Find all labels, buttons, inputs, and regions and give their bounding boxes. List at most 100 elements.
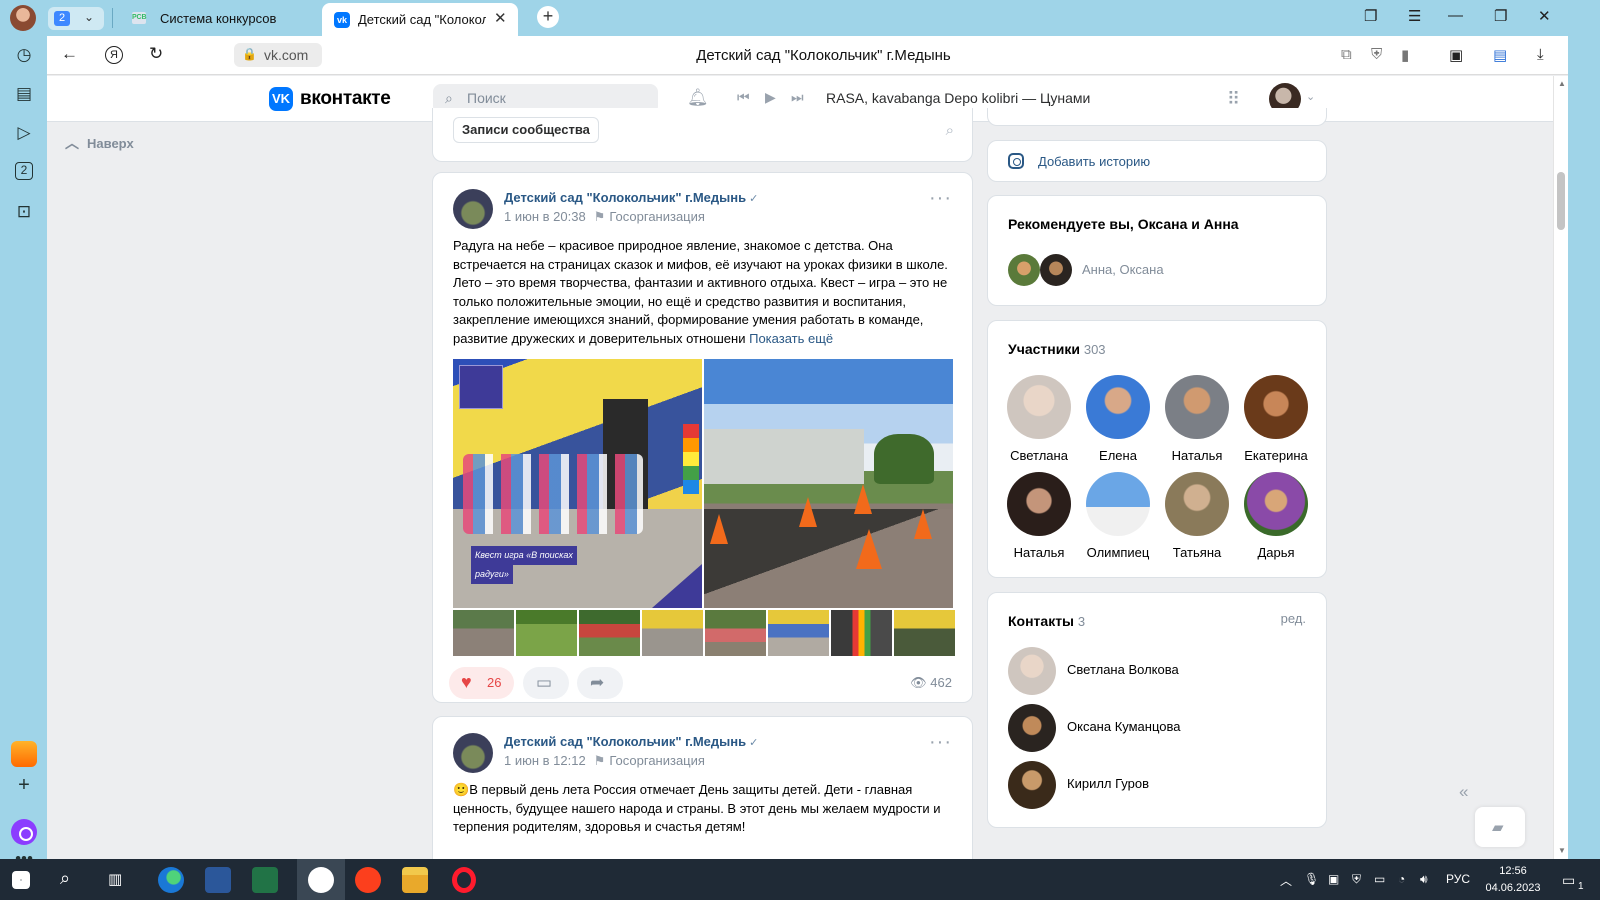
profile-avatar[interactable] <box>10 5 36 31</box>
photo-thumbnail[interactable] <box>831 610 892 656</box>
search-input[interactable] <box>467 90 647 106</box>
scroll-down-icon[interactable]: ▼ <box>1558 846 1566 855</box>
collections-icon[interactable]: ▣ <box>1449 46 1463 64</box>
sidebar-badge[interactable]: 2 <box>15 162 33 180</box>
windows-start-icon[interactable] <box>12 871 30 889</box>
notifications-icon[interactable]: ▭ <box>1562 872 1575 889</box>
contacts-title[interactable]: Контакты 3 <box>1008 613 1085 629</box>
community-avatar[interactable] <box>453 189 493 229</box>
extension-icon[interactable]: ▤ <box>1493 46 1507 64</box>
close-window-icon[interactable]: ✕ <box>1538 7 1551 25</box>
avatar[interactable] <box>1040 254 1072 286</box>
page-scrollbar[interactable]: ▲ ▼ <box>1553 76 1568 859</box>
post-menu-icon[interactable]: ··· <box>929 732 952 752</box>
photo-thumbnail[interactable] <box>768 610 829 656</box>
language-indicator[interactable]: РУС <box>1446 872 1470 886</box>
add-story-button[interactable]: Добавить историю <box>987 140 1327 182</box>
file-explorer-icon[interactable] <box>402 867 428 893</box>
member-item[interactable]: Светлана <box>1000 375 1078 463</box>
mail-icon[interactable] <box>11 741 37 767</box>
system-clock[interactable]: 12:56 04.06.2023 <box>1482 863 1544 897</box>
play-track-icon[interactable]: ▶︎ <box>765 89 776 106</box>
excel-icon[interactable] <box>252 867 278 893</box>
tab-community-posts[interactable]: Записи сообщества <box>453 117 599 143</box>
tab-groups-button[interactable]: 2 ⌄ <box>48 7 104 30</box>
minimize-icon[interactable]: — <box>1448 7 1463 24</box>
post-date[interactable]: 1 июн в 12:12 <box>504 753 586 768</box>
member-item[interactable]: Олимпиец <box>1079 472 1157 560</box>
prev-track-icon[interactable]: ⏮︎ <box>737 89 750 106</box>
photo-thumbnail[interactable] <box>705 610 766 656</box>
battery-icon[interactable]: ▭ <box>1374 872 1385 886</box>
edit-contacts-link[interactable]: ред. <box>1281 611 1306 626</box>
tab-konkursy[interactable]: РСВ Система конкурсов <box>120 4 316 32</box>
post-author[interactable]: Детский сад "Колокольчик" г.Медынь ✓ <box>504 190 758 205</box>
display-icon[interactable]: ▣ <box>1328 872 1339 886</box>
next-track-icon[interactable]: ⏭︎ <box>791 89 804 106</box>
wifi-icon[interactable]: ◔ <box>1398 872 1405 886</box>
photo-thumbnail[interactable] <box>453 610 514 656</box>
yandex-browser-icon[interactable] <box>308 867 334 893</box>
bookmark-collections-icon[interactable]: ❐ <box>1364 7 1377 25</box>
microphone-icon[interactable]: 🎙︎ <box>1304 872 1319 886</box>
member-item[interactable]: Елена <box>1079 375 1157 463</box>
members-title[interactable]: Участники 303 <box>1008 341 1106 357</box>
opera-icon[interactable] <box>452 867 476 893</box>
downloads-icon[interactable]: ⤓ <box>1537 46 1544 63</box>
post-menu-icon[interactable]: ··· <box>929 188 952 208</box>
menu-icon[interactable]: ☰ <box>1408 7 1421 25</box>
restore-icon[interactable]: ❐ <box>1494 7 1507 25</box>
recommend-names[interactable]: Анна, Оксана <box>1082 262 1164 277</box>
photo-thumbnail[interactable] <box>516 610 577 656</box>
notes-icon[interactable]: ▤ <box>12 83 36 105</box>
play-icon[interactable]: ▷ <box>12 122 36 144</box>
apps-grid-icon[interactable]: ⠿ <box>1227 89 1240 110</box>
vk-logo-icon[interactable]: VK <box>269 87 293 111</box>
post-author[interactable]: Детский сад "Колокольчик" г.Медынь ✓ <box>504 734 758 749</box>
search-icon[interactable]: ⌕ <box>60 868 70 889</box>
avatar[interactable] <box>1008 254 1040 286</box>
new-tab-button[interactable]: + <box>537 6 559 28</box>
back-to-top[interactable]: ︿ Наверх <box>65 133 134 153</box>
scroll-up-icon[interactable]: ▲ <box>1558 79 1566 88</box>
search-icon[interactable]: ⌕ <box>946 122 954 139</box>
alice-icon[interactable] <box>11 819 37 845</box>
vk-logo-text[interactable]: вконтакте <box>300 88 391 110</box>
community-avatar[interactable] <box>453 733 493 773</box>
tab-vk-active[interactable]: vk Детский сад "Колокольчик" г.Медынь ✕ <box>322 3 518 36</box>
scrollbar-thumb[interactable] <box>1557 172 1565 230</box>
photo-thumbnail[interactable] <box>894 610 955 656</box>
notifications-bell-icon[interactable]: 🔔︎ <box>687 88 709 108</box>
member-item[interactable]: Наталья <box>1000 472 1078 560</box>
bookmark-icon[interactable]: ▮ <box>1401 46 1409 64</box>
comment-button[interactable]: ▭ <box>523 667 569 699</box>
post-date[interactable]: 1 июн в 20:38 <box>504 209 586 224</box>
collapse-icon[interactable]: « <box>1459 782 1468 802</box>
shield-icon[interactable]: ⛨ <box>1352 872 1361 887</box>
task-view-icon[interactable]: ▥ <box>108 870 122 888</box>
show-more-link[interactable]: Показать ещё <box>749 331 833 346</box>
chevron-down-icon[interactable]: ⌄ <box>1306 90 1315 103</box>
member-item[interactable]: Наталья <box>1158 375 1236 463</box>
like-button[interactable]: ♥ 26 <box>449 667 514 699</box>
translate-icon[interactable]: ⧉ <box>1341 46 1352 63</box>
post-photo[interactable] <box>704 359 953 608</box>
volume-icon[interactable]: 🔊︎ <box>1420 872 1428 887</box>
photo-thumbnail[interactable] <box>579 610 640 656</box>
yandex-icon[interactable] <box>355 867 381 893</box>
history-icon[interactable]: ◷ <box>12 44 36 66</box>
edge-icon[interactable] <box>158 867 184 893</box>
share-button[interactable]: ➦ <box>577 667 623 699</box>
member-item[interactable]: Екатерина <box>1237 375 1315 463</box>
protect-icon[interactable]: ⛨ <box>1371 46 1382 63</box>
close-tab-icon[interactable]: ✕ <box>494 9 507 27</box>
add-icon[interactable]: + <box>12 774 36 796</box>
member-item[interactable]: Татьяна <box>1158 472 1236 560</box>
member-item[interactable]: Дарья <box>1237 472 1315 560</box>
post-photo[interactable]: Квест игра «В поисках радуги» <box>453 359 702 608</box>
chevron-up-icon[interactable]: ︿ <box>1280 872 1292 889</box>
screenshot-icon[interactable]: ⊡ <box>12 201 36 223</box>
now-playing-track[interactable]: RASA, kavabanga Depo kolibri — Цунами <box>826 90 1090 106</box>
photo-thumbnail[interactable] <box>642 610 703 656</box>
word-icon[interactable] <box>205 867 231 893</box>
